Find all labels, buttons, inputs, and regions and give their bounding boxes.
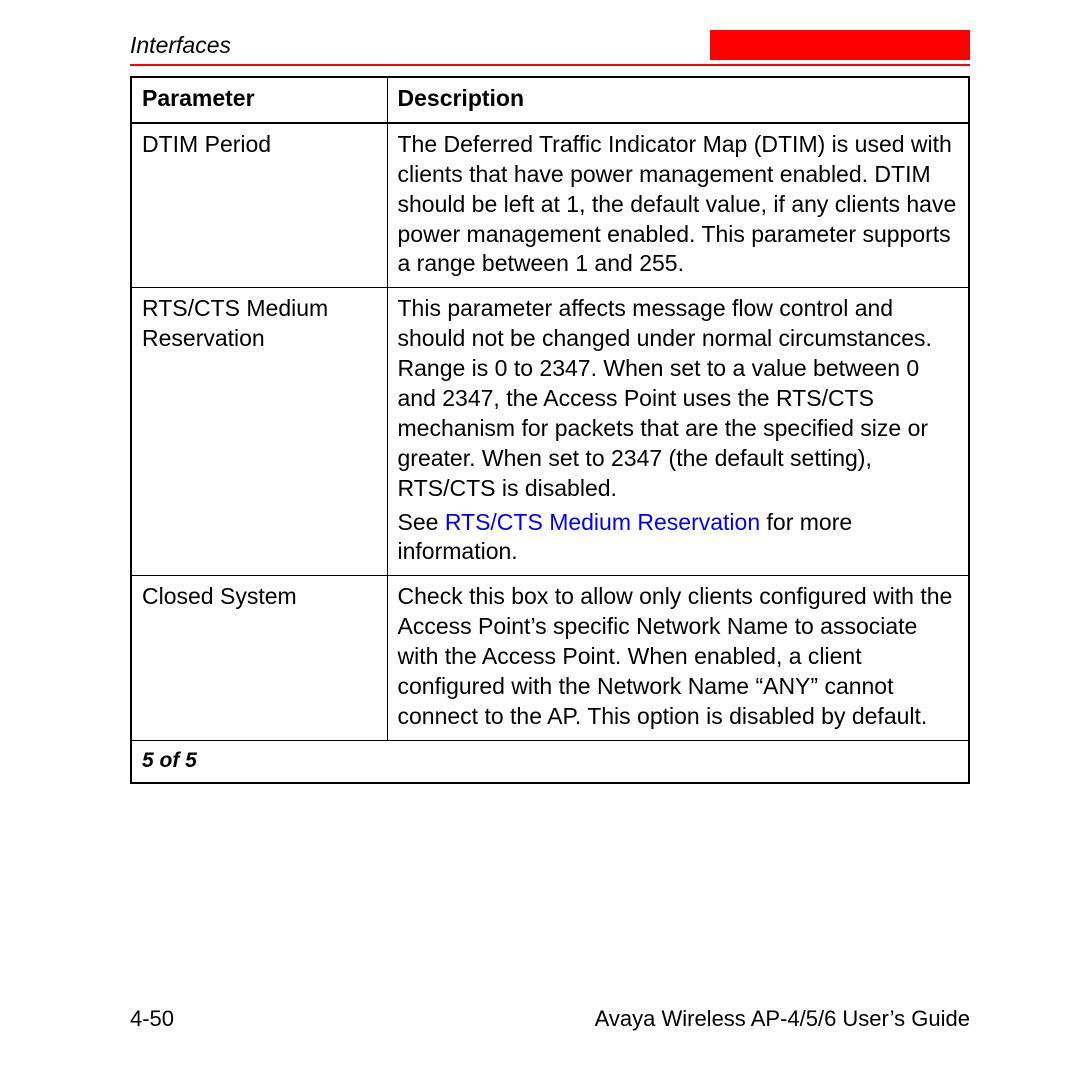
desc-text: Check this box to allow only clients con… bbox=[398, 582, 959, 731]
param-desc: This parameter affects message flow cont… bbox=[387, 288, 969, 576]
page-header: Interfaces bbox=[130, 30, 970, 60]
param-desc: Check this box to allow only clients con… bbox=[387, 576, 969, 740]
col-parameter: Parameter bbox=[131, 77, 387, 123]
param-name: Closed System bbox=[131, 576, 387, 740]
table-row: DTIM Period The Deferred Traffic Indicat… bbox=[131, 123, 969, 288]
desc-text: This parameter affects message flow cont… bbox=[398, 294, 959, 503]
desc-text: See RTS/CTS Medium Reservation for more … bbox=[398, 508, 959, 568]
brand-bar bbox=[710, 30, 970, 60]
page: Interfaces Parameter Description DTIM Pe… bbox=[0, 0, 1080, 1080]
page-footer: 4-50 Avaya Wireless AP-4/5/6 User’s Guid… bbox=[130, 1006, 970, 1032]
header-rule bbox=[130, 64, 970, 66]
guide-title: Avaya Wireless AP-4/5/6 User’s Guide bbox=[595, 1006, 970, 1032]
section-title: Interfaces bbox=[130, 32, 231, 59]
param-name: DTIM Period bbox=[131, 123, 387, 288]
page-number: 4-50 bbox=[130, 1006, 174, 1032]
table-pager: 5 of 5 bbox=[131, 740, 969, 783]
param-desc: The Deferred Traffic Indicator Map (DTIM… bbox=[387, 123, 969, 288]
col-description: Description bbox=[387, 77, 969, 123]
parameter-table: Parameter Description DTIM Period The De… bbox=[130, 76, 970, 784]
table-pager-row: 5 of 5 bbox=[131, 740, 969, 783]
table-row: Closed System Check this box to allow on… bbox=[131, 576, 969, 740]
desc-text: The Deferred Traffic Indicator Map (DTIM… bbox=[398, 130, 959, 279]
rts-cts-link[interactable]: RTS/CTS Medium Reservation bbox=[445, 509, 760, 535]
param-name: RTS/CTS Medium Reservation bbox=[131, 288, 387, 576]
table-row: RTS/CTS Medium Reservation This paramete… bbox=[131, 288, 969, 576]
table-header-row: Parameter Description bbox=[131, 77, 969, 123]
